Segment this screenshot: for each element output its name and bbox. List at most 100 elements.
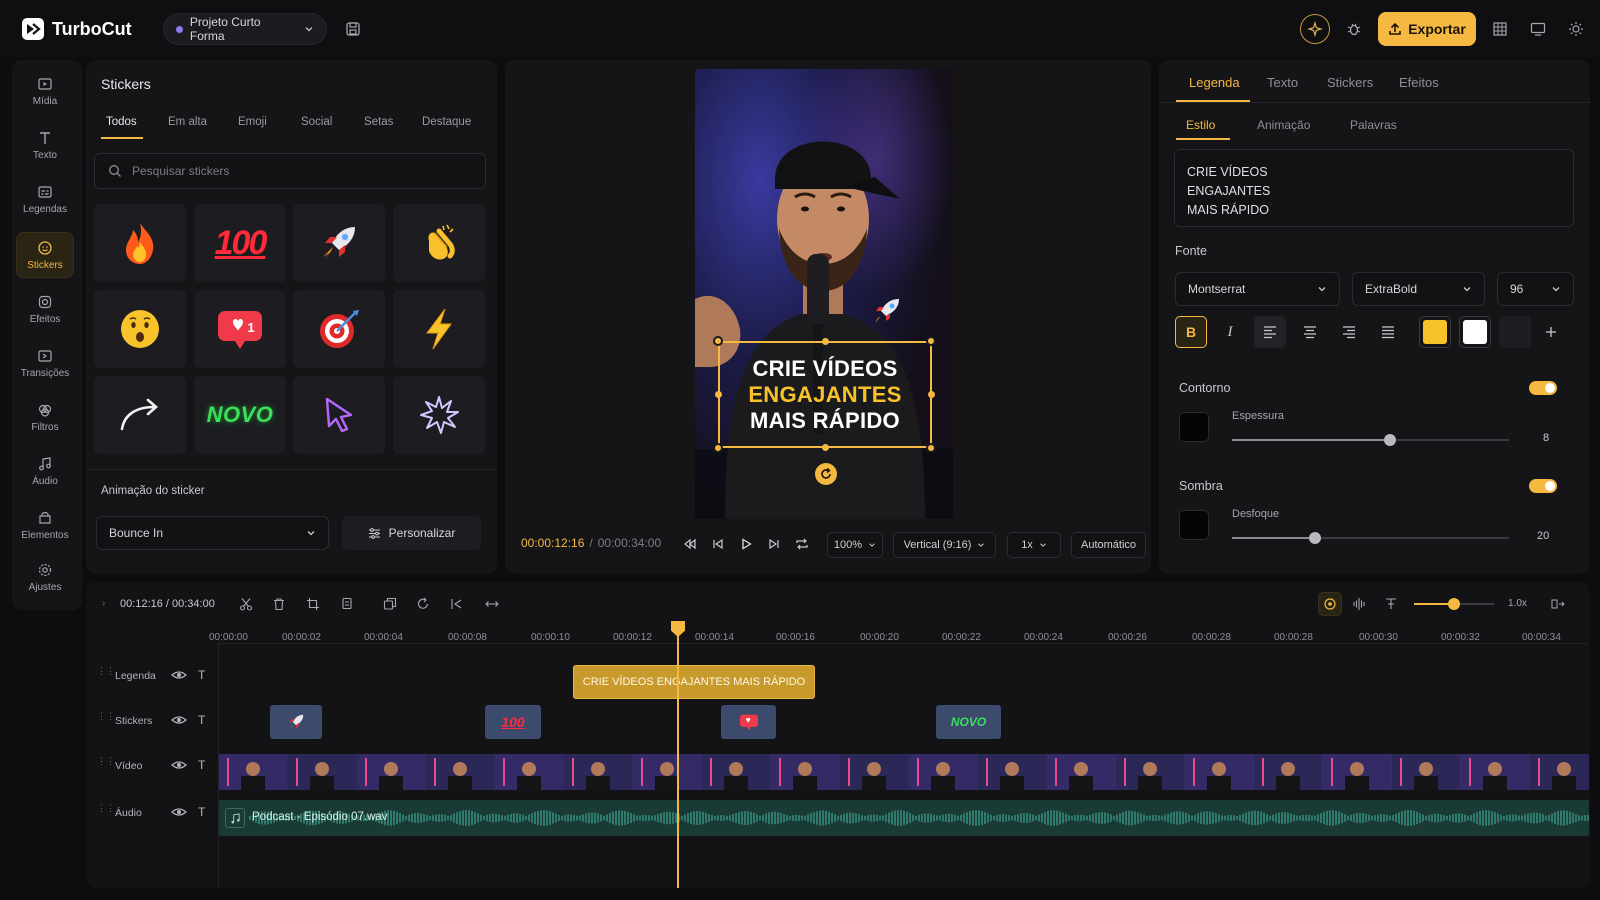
tab-todos[interactable]: Todos (106, 116, 137, 128)
link-button[interactable] (1381, 594, 1401, 614)
playhead[interactable] (677, 624, 679, 888)
eye-icon[interactable] (171, 804, 187, 820)
next-frame-button[interactable] (764, 534, 784, 554)
split-audio-button[interactable] (1349, 594, 1369, 614)
rotate-clip-button[interactable] (413, 594, 433, 614)
fit-button[interactable] (482, 594, 502, 614)
sticker-burst[interactable] (393, 376, 485, 454)
skip-back-button[interactable] (680, 534, 700, 554)
search-input[interactable] (132, 164, 452, 178)
caption-text-editor[interactable]: CRIE VÍDEOS ENGAJANTES MAIS RÁPIDO (1174, 149, 1574, 227)
aspect-select[interactable]: Vertical (9:16) (893, 532, 996, 558)
sticker-target[interactable] (293, 290, 385, 368)
video-frame[interactable] (695, 69, 953, 519)
sticker-curved-arrow[interactable] (94, 376, 186, 454)
sticker-fire[interactable] (94, 204, 186, 282)
tab-texto[interactable]: Texto (1267, 75, 1298, 90)
tab-emoji[interactable]: Emoji (238, 116, 267, 128)
add-color-button[interactable] (1535, 316, 1567, 348)
monitor-button[interactable] (1523, 14, 1553, 44)
resize-handle-bottom-left[interactable] (713, 443, 723, 453)
fit-timeline-button[interactable] (1548, 594, 1568, 614)
delete-button[interactable] (269, 594, 289, 614)
auto-button[interactable]: Automático (1071, 532, 1146, 558)
rail-item-media[interactable]: Mídia (16, 68, 74, 114)
slider-knob[interactable] (1309, 532, 1322, 544)
sticker-novo[interactable]: NOVO (194, 376, 286, 454)
caption-clip[interactable]: CRIE VÍDEOS ENGAJANTES MAIS RÁPIDO (573, 665, 815, 699)
zoom-select[interactable]: 100% (827, 532, 883, 558)
rail-item-audio[interactable]: Áudio (16, 448, 74, 494)
rail-item-stickers[interactable]: Stickers (16, 232, 74, 278)
thickness-slider[interactable] (1232, 434, 1509, 446)
italic-button[interactable]: I (1214, 316, 1246, 348)
sticker-rocket[interactable] (293, 204, 385, 282)
app-logo[interactable]: TurboCut (22, 18, 132, 40)
split-button[interactable] (236, 594, 256, 614)
tab-social[interactable]: Social (301, 116, 332, 128)
subtab-estilo[interactable]: Estilo (1186, 118, 1215, 132)
sticker-clip-100[interactable]: 100 (485, 705, 541, 739)
tab-legenda[interactable]: Legenda (1189, 75, 1240, 90)
resize-handle-right[interactable] (928, 391, 935, 398)
theme-button[interactable] (1561, 14, 1591, 44)
font-weight-select[interactable]: ExtraBold (1352, 272, 1485, 306)
audio-clip[interactable]: Podcast - Episódio 07.wav (219, 800, 1589, 836)
shadow-toggle[interactable] (1529, 479, 1557, 493)
sticker-surprised[interactable] (94, 290, 186, 368)
drag-handle-icon[interactable]: ⋮⋮ (97, 667, 115, 681)
customize-button[interactable]: Personalizar (342, 516, 481, 550)
save-button[interactable] (338, 14, 368, 44)
subtab-palavras[interactable]: Palavras (1350, 118, 1397, 132)
sticker-clip-like[interactable] (721, 705, 776, 739)
tab-stickers[interactable]: Stickers (1327, 75, 1373, 90)
layout-grid-button[interactable] (1485, 14, 1515, 44)
slider-knob[interactable] (1383, 434, 1396, 446)
shadow-color-swatch[interactable] (1179, 510, 1209, 540)
sticker-cursor[interactable] (293, 376, 385, 454)
sticker-clip-novo[interactable]: NOVO (936, 705, 1001, 739)
rail-item-captions[interactable]: Legendas (16, 176, 74, 222)
resize-handle-top-right[interactable] (926, 336, 936, 346)
project-selector[interactable]: Projeto Curto Forma (163, 13, 327, 45)
video-clip[interactable] (219, 754, 1598, 790)
align-center-button[interactable] (1294, 316, 1326, 348)
animation-select[interactable]: Bounce In (96, 516, 329, 550)
eye-icon[interactable] (171, 757, 187, 773)
ai-magic-button[interactable] (1300, 14, 1330, 44)
export-button[interactable]: Exportar (1378, 12, 1476, 46)
jump-start-button[interactable] (447, 594, 467, 614)
duplicate-button[interactable] (380, 594, 400, 614)
eye-icon[interactable] (171, 667, 187, 683)
rail-item-transitions[interactable]: Transições (16, 340, 74, 386)
outline-color-swatch[interactable] (1179, 412, 1209, 442)
primary-color-swatch[interactable] (1419, 316, 1451, 348)
timeline-zoom-slider[interactable] (1414, 598, 1494, 610)
drag-handle-icon[interactable]: ⋮⋮ (97, 804, 115, 818)
resize-handle-bottom-right[interactable] (926, 443, 936, 453)
tab-setas[interactable]: Setas (364, 116, 393, 128)
play-button[interactable] (736, 534, 756, 554)
secondary-color-swatch[interactable] (1459, 316, 1491, 348)
sticker-100[interactable]: 100 (194, 204, 286, 282)
tab-efeitos[interactable]: Efeitos (1399, 75, 1439, 90)
slider-knob[interactable] (1448, 598, 1460, 610)
collapse-chevron-icon[interactable]: › (102, 598, 105, 609)
align-right-button[interactable] (1333, 316, 1365, 348)
blur-slider[interactable] (1232, 532, 1509, 544)
empty-color-swatch[interactable] (1499, 316, 1531, 348)
tab-destaque[interactable]: Destaque (422, 116, 471, 128)
magnet-snap-button[interactable] (1318, 592, 1342, 616)
font-size-select[interactable]: 96 (1497, 272, 1574, 306)
font-family-select[interactable]: Montserrat (1175, 272, 1340, 306)
tab-em-alta[interactable]: Em alta (168, 116, 207, 128)
sticker-lightning[interactable] (393, 290, 485, 368)
sticker-like-notification[interactable]: 1 (194, 290, 286, 368)
bold-button[interactable]: B (1175, 316, 1207, 348)
justify-button[interactable] (1372, 316, 1404, 348)
prev-frame-button[interactable] (708, 534, 728, 554)
rail-item-settings[interactable]: Ajustes (16, 554, 74, 600)
resize-handle-top-left[interactable] (713, 336, 723, 346)
rail-item-effects[interactable]: Efeitos (16, 286, 74, 332)
drag-handle-icon[interactable]: ⋮⋮ (97, 712, 115, 726)
